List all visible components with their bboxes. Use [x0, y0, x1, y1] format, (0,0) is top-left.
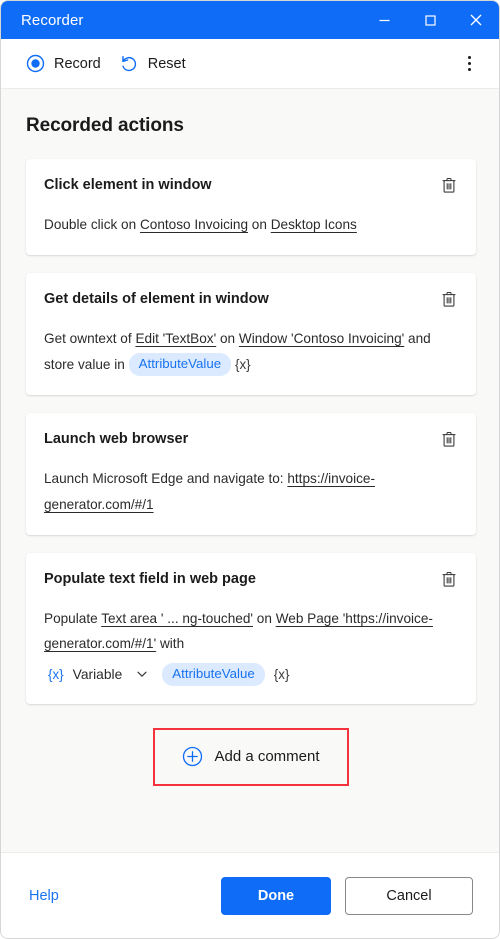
- window-title: Recorder: [21, 11, 84, 29]
- action-title: Click element in window: [44, 177, 212, 193]
- variable-pill[interactable]: AttributeValue: [162, 662, 265, 686]
- minimize-button[interactable]: [361, 1, 407, 39]
- cancel-button[interactable]: Cancel: [345, 876, 473, 915]
- action-card: Click element in window Double click on …: [26, 159, 476, 256]
- trash-icon: [442, 291, 456, 307]
- reset-label: Reset: [147, 55, 186, 72]
- highlight-box: Add a comment: [153, 727, 349, 786]
- action-title: Get details of element in window: [44, 291, 269, 308]
- plus-circle-icon: [183, 746, 203, 767]
- action-card: Get details of element in window Get own…: [26, 273, 476, 396]
- variable-pill[interactable]: AttributeValue: [128, 352, 232, 376]
- desc-text: on: [253, 611, 276, 627]
- action-card-header: Click element in window: [44, 175, 458, 198]
- window-controls: [361, 1, 499, 39]
- delete-action-button[interactable]: [436, 286, 462, 312]
- target-link[interactable]: Window 'Contoso Invoicing': [239, 331, 404, 346]
- reset-button[interactable]: Reset: [110, 49, 195, 79]
- action-title: Launch web browser: [44, 431, 189, 448]
- action-description: Populate Text area ' ... ng-touched' on …: [44, 606, 458, 657]
- desc-text: on: [248, 217, 271, 232]
- delete-action-button[interactable]: [436, 426, 462, 452]
- action-description: Double click on Contoso Invoicing on Des…: [44, 212, 458, 237]
- variable-marker-suffix: {x}: [273, 666, 290, 682]
- add-comment-button[interactable]: Add a comment: [172, 740, 329, 773]
- action-title: Populate text field in web page: [44, 571, 256, 588]
- chevron-down-icon: [137, 671, 147, 677]
- page-title: Recorded actions: [26, 115, 184, 136]
- target-link[interactable]: Contoso Invoicing: [140, 217, 248, 232]
- chevron-down-button[interactable]: [131, 665, 153, 683]
- record-label: Record: [54, 55, 101, 72]
- action-card: Launch web browser Launch Microsoft Edge…: [26, 413, 476, 536]
- trash-icon: [442, 431, 456, 447]
- desc-text: Get owntext of: [44, 331, 136, 347]
- maximize-icon: [424, 14, 436, 26]
- desc-text: with: [156, 636, 185, 652]
- action-card-header: Launch web browser: [44, 429, 458, 452]
- close-icon: [470, 14, 482, 26]
- desc-text: Launch Microsoft Edge and navigate to:: [44, 471, 288, 487]
- content-area: Recorded actions Click element in window: [1, 89, 499, 852]
- recorder-window: Recorder Record Reset Recorded actions C…: [0, 0, 500, 939]
- minimize-icon: [379, 19, 389, 21]
- done-button[interactable]: Done: [221, 876, 331, 915]
- target-link[interactable]: Text area ' ... ng-touched': [101, 611, 253, 626]
- target-link[interactable]: Edit 'TextBox': [135, 331, 216, 346]
- action-card-header: Get details of element in window: [44, 289, 458, 312]
- help-link[interactable]: Help: [29, 888, 59, 904]
- add-comment-label: Add a comment: [214, 748, 320, 766]
- title-bar: Recorder: [1, 1, 499, 39]
- more-options-button[interactable]: [453, 48, 485, 80]
- delete-action-button[interactable]: [436, 566, 462, 592]
- reset-icon: [121, 55, 136, 71]
- recorded-actions-list: Click element in window Double click on …: [1, 137, 499, 704]
- desc-text: on: [216, 331, 239, 347]
- variable-selector-row: {x} Variable AttributeValue {x}: [44, 662, 458, 686]
- record-icon: [26, 54, 45, 73]
- add-comment-area: Add a comment: [26, 727, 476, 786]
- trash-icon: [442, 177, 456, 193]
- toolbar: Record Reset: [1, 39, 499, 89]
- variable-type-select[interactable]: Variable: [73, 667, 123, 682]
- action-card: Populate text field in web page Populate…: [26, 553, 476, 704]
- target-link[interactable]: Desktop Icons: [271, 217, 357, 232]
- action-description: Launch Microsoft Edge and navigate to: h…: [44, 466, 458, 517]
- desc-text: Populate: [44, 611, 102, 627]
- kebab-icon: [467, 55, 471, 73]
- desc-text: Double click on: [44, 217, 140, 232]
- delete-action-button[interactable]: [436, 172, 462, 198]
- action-description: Get owntext of Edit 'TextBox' on Window …: [44, 326, 458, 377]
- trash-icon: [442, 571, 456, 587]
- footer-bar: Help Done Cancel: [1, 852, 499, 938]
- variable-marker: {x}: [234, 356, 251, 372]
- variable-marker-prefix: {x}: [48, 666, 64, 682]
- close-button[interactable]: [453, 1, 499, 39]
- record-button[interactable]: Record: [17, 49, 110, 78]
- maximize-button[interactable]: [407, 1, 453, 39]
- action-card-header: Populate text field in web page: [44, 569, 458, 592]
